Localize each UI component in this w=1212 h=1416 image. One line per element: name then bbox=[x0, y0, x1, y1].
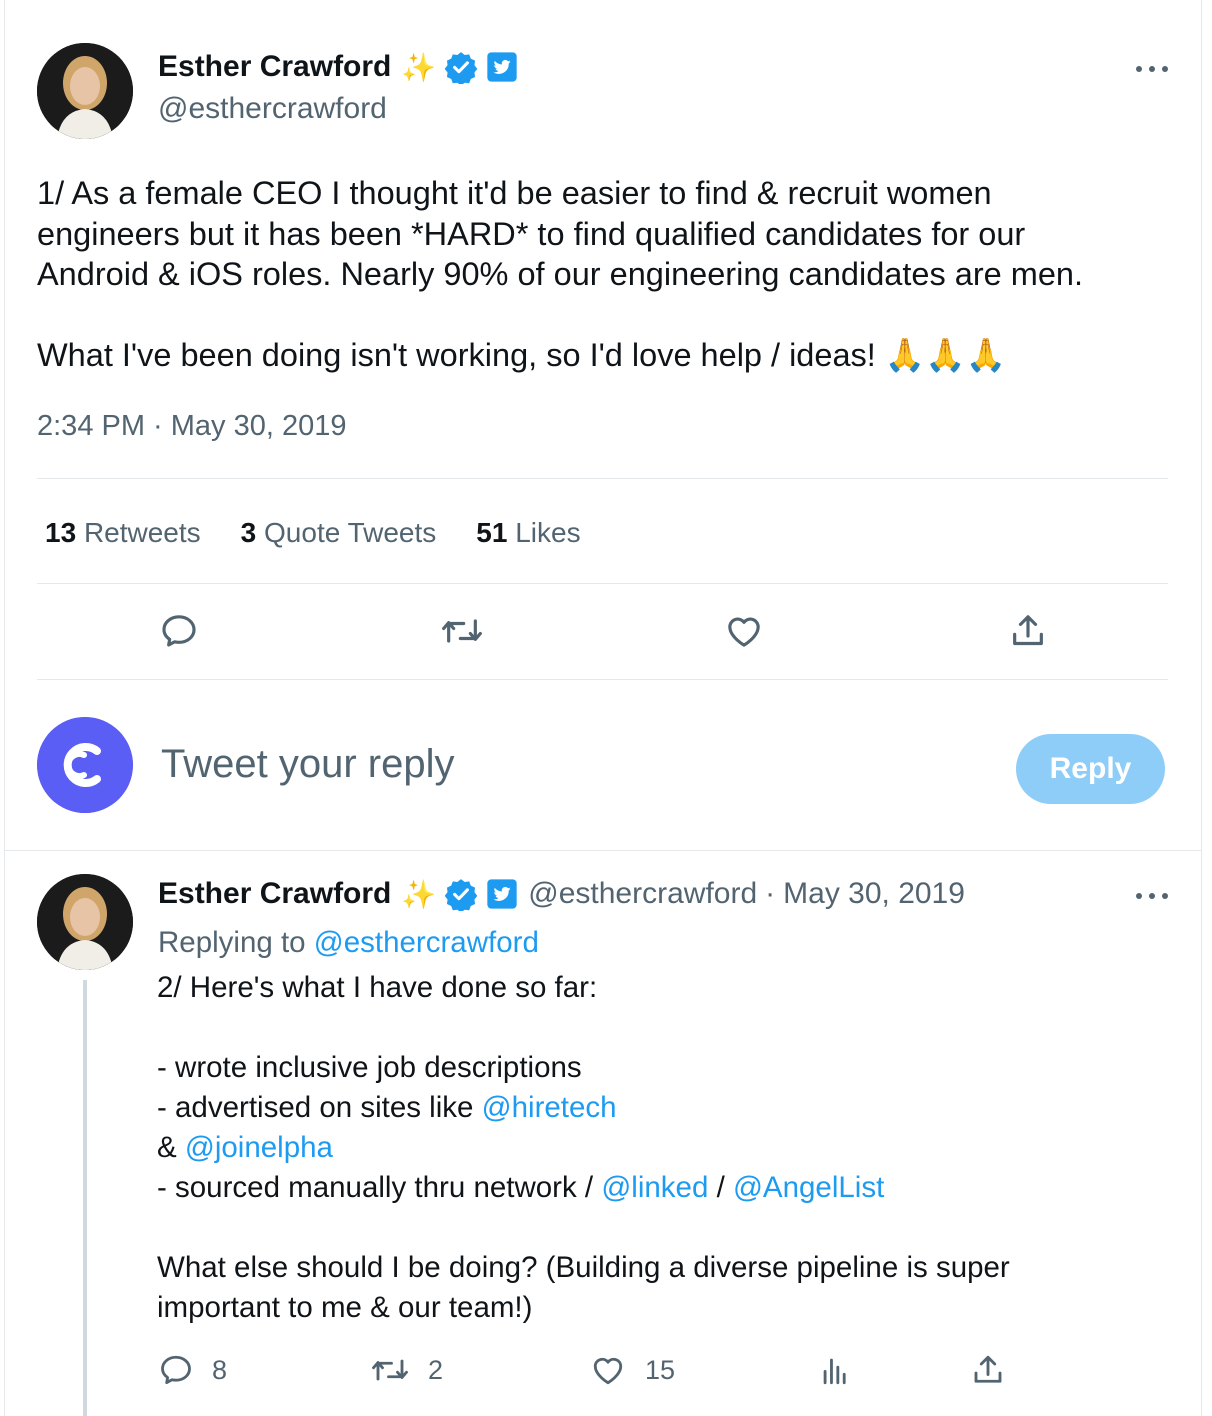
reply-author-row: Esther Crawford ✨ @esthercrawford · May … bbox=[158, 877, 965, 911]
replying-to: Replying to @esthercrawford bbox=[158, 926, 539, 960]
sparkles-emoji: ✨ bbox=[401, 878, 437, 910]
share-icon[interactable] bbox=[1004, 607, 1052, 655]
reply-date[interactable]: May 30, 2019 bbox=[783, 877, 965, 911]
tweet-text-line: 1/ As a female CEO I thought it'd be eas… bbox=[37, 175, 992, 211]
like-icon[interactable] bbox=[720, 607, 768, 655]
reply-button[interactable]: Reply bbox=[1016, 734, 1165, 804]
reply-icon bbox=[161, 1355, 191, 1385]
separator-dot: · bbox=[765, 877, 776, 910]
sparkles-emoji: ✨ bbox=[401, 51, 437, 83]
twitter-blue-icon bbox=[486, 51, 518, 83]
reply-input[interactable]: Tweet your reply bbox=[161, 742, 454, 787]
tweet-text-line: engineers but it has been *HARD* to find… bbox=[37, 215, 1026, 252]
author-avatar[interactable] bbox=[37, 43, 133, 139]
retweet-count: 2 bbox=[428, 1354, 444, 1385]
likes-stat[interactable]: 51 Likes bbox=[476, 517, 580, 549]
author-name-row: Esther Crawford ✨ bbox=[158, 50, 518, 84]
tweet-body: 1/ As a female CEO I thought it'd be eas… bbox=[37, 173, 1177, 376]
retweet-icon bbox=[372, 1359, 408, 1381]
mention-link[interactable]: @AngelList bbox=[733, 1171, 884, 1204]
reply-text-line: - sourced manually thru network / @linke… bbox=[157, 1171, 885, 1204]
mention-link[interactable]: @linked bbox=[601, 1171, 708, 1204]
author-name[interactable]: Esther Crawford bbox=[158, 50, 391, 84]
share-action[interactable] bbox=[970, 1352, 1006, 1388]
analytics-action[interactable] bbox=[818, 1352, 852, 1388]
thread-connector-line bbox=[83, 980, 87, 1416]
reply-text-line: What else should I be doing? (Building a… bbox=[157, 1251, 1010, 1284]
divider bbox=[37, 679, 1168, 680]
author-handle[interactable]: @esthercrawford bbox=[158, 92, 387, 126]
replying-to-label: Replying to bbox=[158, 926, 306, 959]
tweet-timestamp[interactable]: 2:34 PM · May 30, 2019 bbox=[37, 410, 347, 443]
divider bbox=[5, 850, 1201, 851]
more-options-icon[interactable] bbox=[1136, 64, 1168, 74]
reply-text-line: important to me & our team!) bbox=[157, 1291, 533, 1324]
divider bbox=[37, 478, 1168, 479]
quote-tweets-stat[interactable]: 3 Quote Tweets bbox=[241, 517, 437, 549]
share-icon bbox=[974, 1355, 1002, 1383]
twitter-blue-icon bbox=[486, 878, 518, 910]
verified-badge-icon bbox=[444, 50, 478, 84]
like-action[interactable]: 15 bbox=[589, 1352, 675, 1388]
current-user-avatar[interactable] bbox=[37, 717, 133, 813]
mention-link[interactable]: @hiretech bbox=[482, 1091, 617, 1124]
divider bbox=[37, 583, 1168, 584]
reply-icon[interactable] bbox=[155, 607, 203, 655]
author-name[interactable]: Esther Crawford bbox=[158, 877, 391, 911]
tweet-text-line: Android & iOS roles. Nearly 90% of our e… bbox=[37, 256, 1083, 292]
pray-emoji: 🙏🙏🙏 bbox=[884, 337, 1007, 373]
retweet-icon[interactable] bbox=[438, 607, 486, 655]
retweets-stat[interactable]: 13 Retweets bbox=[45, 517, 201, 549]
like-icon bbox=[593, 1357, 623, 1385]
engagement-stats: 13 Retweets 3 Quote Tweets 51 Likes bbox=[45, 517, 621, 549]
replying-to-handle[interactable]: @esthercrawford bbox=[314, 926, 539, 959]
tweet-text-line: What I've been doing isn't working, so I… bbox=[37, 337, 1007, 373]
reply-action[interactable]: 8 bbox=[158, 1352, 227, 1388]
like-count: 15 bbox=[645, 1354, 676, 1385]
reply-count: 8 bbox=[212, 1354, 228, 1385]
author-avatar[interactable] bbox=[37, 874, 133, 970]
retweet-action[interactable]: 2 bbox=[370, 1352, 443, 1388]
reply-text-line: & @joinelpha bbox=[157, 1131, 333, 1164]
analytics-icon bbox=[823, 1358, 846, 1385]
reply-text-line: - advertised on sites like @hiretech bbox=[157, 1091, 617, 1124]
verified-badge-icon bbox=[444, 877, 478, 911]
mention-link[interactable]: @joinelpha bbox=[185, 1131, 333, 1164]
author-handle[interactable]: @esthercrawford bbox=[528, 877, 757, 911]
reply-body: 2/ Here's what I have done so far: - wro… bbox=[157, 968, 1010, 1328]
reply-text-line: - wrote inclusive job descriptions bbox=[157, 1051, 582, 1084]
reply-text-line: 2/ Here's what I have done so far: bbox=[157, 971, 598, 1004]
more-options-icon[interactable] bbox=[1136, 891, 1168, 901]
